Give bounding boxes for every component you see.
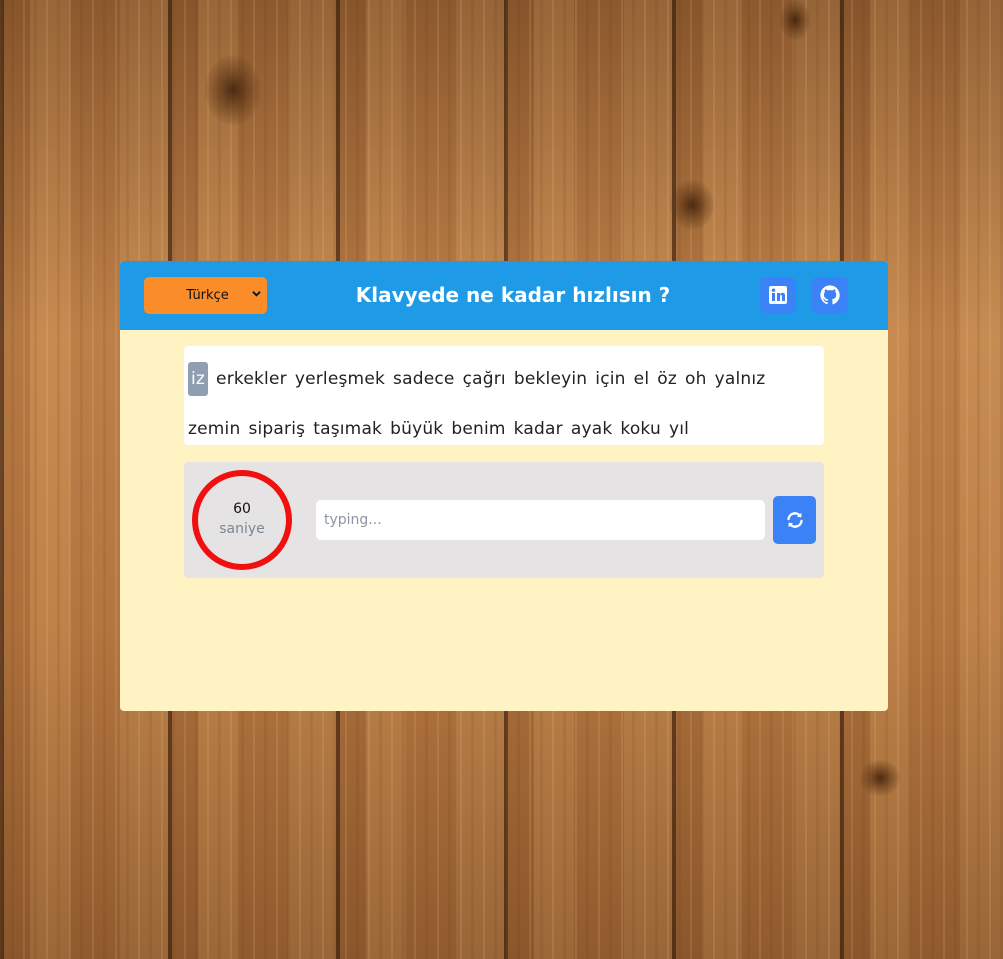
wood-knot [670,180,714,230]
word: oh [684,369,707,389]
page-title: Klavyede ne kadar hızlısın ? [355,283,671,307]
word: zemin [188,419,241,439]
typing-test-card: Türkçe Klavyede ne kadar hızlısın ? iz e… [120,261,888,711]
language-select[interactable]: Türkçe [144,277,267,314]
linkedin-icon [769,286,787,304]
words-line-2: zemin sipariş taşımak büyük benim kadar … [188,404,820,454]
word: çağrı [462,369,506,389]
controls-panel: 60 saniye [184,462,824,578]
word: öz [657,369,677,389]
github-button[interactable] [812,277,848,313]
word: taşımak [313,419,383,439]
refresh-icon [786,512,803,528]
wood-knot [780,0,810,40]
wood-knot [205,55,261,125]
word: yıl [668,419,690,439]
timer-unit: saniye [219,521,265,537]
word: büyük [390,419,444,439]
word: sadece [393,369,455,389]
linkedin-button[interactable] [760,277,796,313]
word: kadar [513,419,563,439]
word: için [595,369,626,389]
word: koku [620,419,661,439]
github-icon [820,285,840,305]
typing-input[interactable] [316,500,765,540]
word: benim [451,419,506,439]
timer-value: 60 [233,501,251,517]
current-word: iz [188,362,209,396]
words-line-1: iz erkekler yerleşmek sadece çağrı bekle… [188,354,820,404]
word: sipariş [248,419,306,439]
word: yerleşmek [294,369,386,389]
word: ayak [570,419,613,439]
words-display: iz erkekler yerleşmek sadece çağrı bekle… [184,346,824,445]
word: bekleyin [513,369,588,389]
refresh-button[interactable] [773,496,816,544]
countdown-timer: 60 saniye [192,470,292,570]
wood-knot [860,760,900,796]
card-header: Türkçe Klavyede ne kadar hızlısın ? [120,261,888,330]
language-select-value: Türkçe [186,288,229,303]
chevron-down-icon [252,291,261,297]
word: erkekler [216,369,287,389]
word: el [633,369,650,389]
word: yalnız [714,369,766,389]
